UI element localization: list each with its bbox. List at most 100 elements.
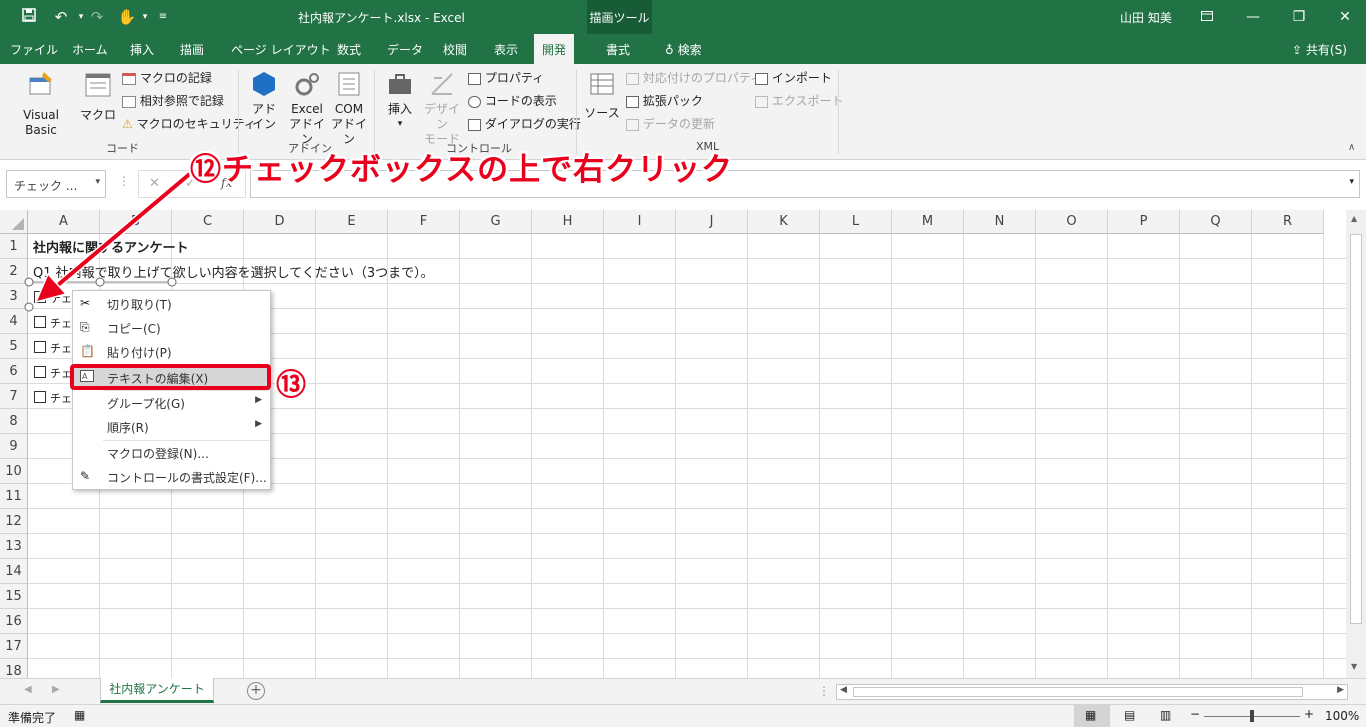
tab-formulas[interactable]: 数式 (337, 41, 361, 58)
macro-record-status-icon[interactable]: ▦ (74, 708, 85, 722)
relative-reference-button[interactable]: 相対参照で記録 (122, 94, 224, 109)
row-header[interactable]: 17 (0, 634, 28, 659)
menu-item-group[interactable]: グループ化(G) ▶ (74, 391, 270, 415)
column-header[interactable]: H (532, 210, 604, 234)
scroll-left-icon[interactable]: ◀ (840, 685, 847, 695)
close-icon[interactable]: ✕ (1330, 6, 1360, 28)
row-header[interactable]: 1 (0, 234, 28, 259)
collapse-ribbon-icon[interactable]: ∧ (1348, 142, 1355, 153)
ribbon-display-options-icon[interactable] (1192, 6, 1222, 28)
column-header[interactable]: L (820, 210, 892, 234)
tell-me-search[interactable]: ♁ 検索 (665, 41, 702, 58)
horizontal-scrollbar[interactable]: ◀ ▶ (836, 684, 1348, 700)
visual-basic-button[interactable]: Visual Basic (6, 70, 76, 138)
column-header[interactable]: O (1036, 210, 1108, 234)
menu-item-assign-macro[interactable]: マクロの登録(N)... (74, 441, 270, 465)
tab-home[interactable]: ホーム (72, 41, 108, 58)
row-header[interactable]: 18 (0, 659, 28, 678)
zoom-slider-thumb[interactable] (1250, 710, 1254, 722)
tab-page-layout[interactable]: ページ レイアウト (231, 41, 331, 58)
excel-addins-button[interactable]: Excel アドイン (286, 70, 328, 147)
zoom-in-icon[interactable]: + (1304, 707, 1314, 721)
minimize-icon[interactable]: — (1238, 6, 1268, 28)
tab-draw[interactable]: 描画 (180, 41, 204, 58)
macros-button[interactable]: マクロ (80, 70, 116, 123)
row-header[interactable]: 12 (0, 509, 28, 534)
page-layout-view-icon[interactable]: ▤ (1124, 708, 1135, 722)
com-addins-button[interactable]: COM アドイン (330, 70, 368, 147)
column-header[interactable]: J (676, 210, 748, 234)
tab-insert[interactable]: 挿入 (130, 41, 154, 58)
vertical-scrollbar[interactable]: ▲ ▼ (1346, 210, 1366, 678)
row-header[interactable]: 10 (0, 459, 28, 484)
menu-item-format-control[interactable]: ✎ コントロールの書式設定(F)... (74, 465, 270, 489)
row-header[interactable]: 6 (0, 359, 28, 384)
expansion-packs-button[interactable]: 拡張パック (626, 94, 703, 109)
checkbox-control[interactable] (34, 366, 46, 378)
record-macro-button[interactable]: マクロの記録 (122, 71, 212, 86)
addins-button[interactable]: アド イン (246, 70, 282, 132)
scroll-up-icon[interactable]: ▲ (1351, 214, 1357, 223)
run-dialog-button[interactable]: ダイアログの実行 (468, 117, 581, 132)
checkbox-control[interactable] (34, 391, 46, 403)
row-header[interactable]: 14 (0, 559, 28, 584)
row-header[interactable]: 11 (0, 484, 28, 509)
add-sheet-icon[interactable]: + (247, 682, 265, 700)
normal-view-button[interactable]: ▦ (1074, 705, 1110, 727)
undo-icon[interactable]: ↶ (50, 6, 72, 28)
vertical-scroll-thumb[interactable] (1350, 234, 1362, 624)
insert-control-button[interactable]: 挿入 ▾ (382, 70, 418, 132)
row-header[interactable]: 5 (0, 334, 28, 359)
zoom-level[interactable]: 100% (1325, 709, 1359, 723)
column-header[interactable]: I (604, 210, 676, 234)
tab-data[interactable]: データ (387, 41, 423, 58)
restore-icon[interactable]: ❐ (1284, 6, 1314, 28)
checkbox-control[interactable] (34, 341, 46, 353)
user-name[interactable]: 山田 知美 (1120, 9, 1172, 26)
scroll-right-icon[interactable]: ▶ (1337, 685, 1344, 695)
column-header[interactable]: K (748, 210, 820, 234)
menu-item-copy[interactable]: ⎘ コピー(C) (74, 316, 270, 340)
sheet-prev-icon[interactable]: ◀ (24, 684, 32, 695)
tab-file[interactable]: ファイル (10, 41, 58, 58)
zoom-out-icon[interactable]: − (1190, 707, 1200, 721)
tab-format[interactable]: 書式 (606, 41, 630, 58)
properties-button[interactable]: プロパティ (468, 71, 544, 86)
row-header[interactable]: 8 (0, 409, 28, 434)
share-button[interactable]: ⇪ 共有(S) (1292, 41, 1347, 58)
expand-formula-icon[interactable]: ▾ (1349, 177, 1354, 187)
checkbox-control[interactable] (34, 316, 46, 328)
row-header[interactable]: 16 (0, 609, 28, 634)
horizontal-scroll-thumb[interactable] (853, 687, 1303, 697)
column-header[interactable]: N (964, 210, 1036, 234)
tab-review[interactable]: 校閲 (443, 41, 467, 58)
xml-source-button[interactable]: ソース (584, 70, 620, 121)
column-header[interactable]: P (1108, 210, 1180, 234)
select-all-corner[interactable] (0, 210, 28, 234)
import-button[interactable]: インポート (755, 71, 832, 86)
tab-view[interactable]: 表示 (494, 41, 518, 58)
menu-item-order[interactable]: 順序(R) ▶ (74, 415, 270, 439)
scroll-down-icon[interactable]: ▼ (1351, 662, 1357, 671)
column-header[interactable]: M (892, 210, 964, 234)
column-header[interactable]: G (460, 210, 532, 234)
page-break-view-icon[interactable]: ▥ (1160, 708, 1171, 722)
macro-security-button[interactable]: ⚠ マクロのセキュリティ (122, 117, 256, 132)
customize-qat-icon[interactable]: ≡ (152, 6, 174, 28)
save-icon[interactable] (18, 6, 40, 28)
row-header[interactable]: 9 (0, 434, 28, 459)
menu-item-paste[interactable]: 📋 貼り付け(P) (74, 340, 270, 364)
row-header[interactable]: 13 (0, 534, 28, 559)
column-header[interactable]: Q (1180, 210, 1252, 234)
sheet-next-icon[interactable]: ▶ (52, 684, 60, 695)
row-header[interactable]: 7 (0, 384, 28, 409)
view-code-button[interactable]: コードの表示 (468, 94, 557, 109)
row-header[interactable]: 15 (0, 584, 28, 609)
column-header[interactable]: R (1252, 210, 1324, 234)
column-header[interactable]: D (244, 210, 316, 234)
column-header[interactable]: E (316, 210, 388, 234)
tab-developer[interactable]: 開発 (534, 34, 575, 64)
tab-split-grip-icon[interactable]: ⋮ (818, 684, 830, 698)
column-header[interactable]: F (388, 210, 460, 234)
sheet-tab[interactable]: 社内報アンケート (100, 678, 214, 703)
